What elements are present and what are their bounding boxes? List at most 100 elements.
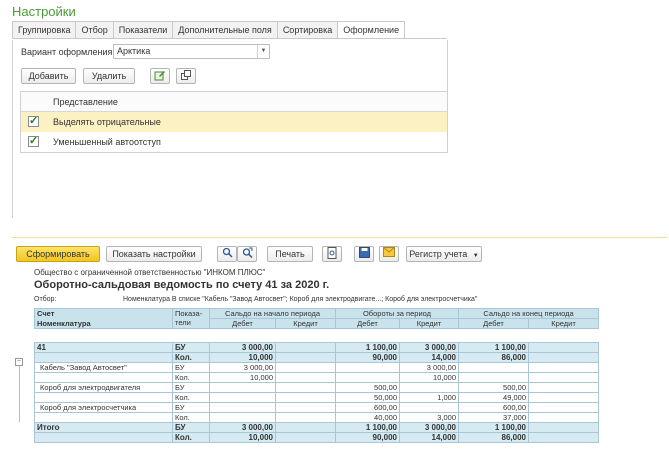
tab-appearance[interactable]: Оформление [337, 21, 406, 39]
tab-sorting[interactable]: Сортировка [276, 21, 338, 39]
cell-name: Итого [34, 422, 173, 433]
header-credit: Кредит [275, 318, 336, 329]
checkbox-highlight-negative[interactable]: ✓ [28, 116, 39, 127]
cell-closing-credit [528, 422, 599, 433]
mail-icon[interactable] [379, 246, 399, 262]
cell-opening-debit [209, 402, 276, 413]
cell-closing-debit: 49,000 [458, 392, 529, 403]
header-account: Счет [34, 308, 173, 319]
cell-opening-debit: 3 000,00 [209, 342, 276, 353]
cell-indicator: БУ [172, 422, 210, 433]
cell-indicator: БУ [172, 362, 210, 373]
grid-row-label: Выделять отрицательные [53, 117, 161, 127]
panel-border-right [447, 40, 448, 91]
cell-opening-credit [275, 342, 336, 353]
header-debit: Дебет [209, 318, 276, 329]
header-closing: Сальдо на конец периода [458, 308, 599, 319]
header-nomenclature: Номенклатура [34, 318, 173, 329]
search-icon[interactable] [217, 246, 237, 262]
cell-opening-credit [275, 352, 336, 363]
table-row[interactable]: Короб для электросчетчика БУ 600,00 600,00 [34, 402, 599, 413]
table-header-row: Счет Показа-тели Сальдо на начало период… [34, 308, 599, 329]
variant-value: Арктика [117, 46, 151, 56]
cell-opening-debit: 10,000 [209, 352, 276, 363]
copy-icon[interactable] [176, 68, 196, 84]
cell-closing-debit: 500,00 [458, 382, 529, 393]
cell-indicator: Кол. [172, 392, 210, 403]
header-turnover: Обороты за период [335, 308, 459, 319]
table-row[interactable]: Кол. 10,000 90,000 14,000 86,000 [34, 352, 599, 363]
edit-icon[interactable] [150, 68, 170, 84]
tab-divider [12, 38, 447, 39]
header-credit: Кредит [399, 318, 459, 329]
tab-filter[interactable]: Отбор [75, 21, 113, 39]
cell-name [34, 372, 173, 383]
cell-indicator: БУ [172, 382, 210, 393]
cell-opening-debit [209, 382, 276, 393]
chevron-down-icon: ▼ [472, 253, 479, 259]
save-icon[interactable] [354, 246, 374, 262]
cell-name [34, 412, 173, 423]
tab-additional-fields[interactable]: Дополнительные поля [172, 21, 277, 39]
table-row[interactable]: Короб для электродвигателя БУ 500,00 500,00 [34, 382, 599, 393]
cell-name [34, 392, 173, 403]
cell-turnover-credit: 3 000,00 [399, 362, 459, 373]
cell-turnover-credit: 14,000 [399, 352, 459, 363]
variant-select[interactable]: Арктика ▼ [113, 44, 270, 59]
cell-opening-debit: 3 000,00 [209, 362, 276, 373]
register-dropdown[interactable]: Регистр учета ▼ [406, 246, 482, 262]
checkbox-reduced-indent[interactable]: ✓ [28, 136, 39, 147]
table-row[interactable]: Кабель "Завод Автосвет" БУ 3 000,00 3 000,0… [34, 362, 599, 373]
table-row[interactable]: 41 БУ 3 000,00 1 100,00 3 000,00 1 100,00 [34, 342, 599, 353]
table-row[interactable]: Кол. 40,000 3,000 37,000 [34, 412, 599, 423]
cell-closing-debit: 86,000 [458, 432, 529, 443]
cell-turnover-debit: 500,00 [335, 382, 400, 393]
delete-button[interactable]: Удалить [83, 68, 135, 84]
variant-label: Вариант оформления: [21, 47, 115, 57]
cell-opening-credit [275, 382, 336, 393]
show-settings-button[interactable]: Показать настройки [106, 246, 202, 262]
cell-closing-credit [528, 412, 599, 423]
cell-closing-credit [528, 352, 599, 363]
table-header-row: Номенклатура Дебет Кредит Дебет Кредит Д… [34, 318, 599, 329]
settings-title: Настройки [12, 4, 76, 19]
chevron-down-icon[interactable]: ▼ [257, 45, 269, 58]
cell-opening-credit [275, 432, 336, 443]
register-label: Регистр учета [409, 249, 468, 259]
cell-closing-debit: 86,000 [458, 352, 529, 363]
header-debit: Дебет [458, 318, 529, 329]
table-row[interactable]: Кол. 10,000 10,000 [34, 372, 599, 383]
header-indicators: Показа-тели [172, 308, 210, 329]
cell-turnover-debit: 90,000 [335, 352, 400, 363]
grid-row-highlight-negative[interactable]: ✓ Выделять отрицательные [21, 112, 447, 132]
grid-row-reduced-indent[interactable]: ✓ Уменьшенный автоотступ [21, 132, 447, 152]
add-button[interactable]: Добавить [21, 68, 76, 84]
cell-indicator: Кол. [172, 352, 210, 363]
cell-closing-debit: 37,000 [458, 412, 529, 423]
generate-button[interactable]: Сформировать [16, 246, 100, 262]
print-button[interactable]: Печать [267, 246, 313, 262]
grid-header: Представление [21, 92, 447, 112]
cell-name: Короб для электродвигателя [34, 382, 173, 393]
table-row[interactable]: Итого БУ 3 000,00 1 100,00 3 000,00 1 100,00 [34, 422, 599, 433]
preview-icon[interactable] [322, 246, 342, 262]
section-divider [12, 237, 667, 238]
grid-row-label: Уменьшенный автоотступ [53, 137, 161, 147]
cell-turnover-debit: 600,00 [335, 402, 400, 413]
table-row[interactable]: Кол. 10,000 90,000 14,000 86,000 [34, 432, 599, 443]
report-filter-value: Номенклатура В списке "Кабель "Завод Авт… [123, 296, 478, 303]
cell-turnover-debit: 90,000 [335, 432, 400, 443]
tab-indicators[interactable]: Показатели [112, 21, 173, 39]
cell-closing-credit [528, 372, 599, 383]
cell-closing-credit [528, 362, 599, 373]
cell-turnover-debit [335, 372, 400, 383]
table-row[interactable]: Кол. 50,000 1,000 49,000 [34, 392, 599, 403]
collapse-icon[interactable]: − [15, 358, 23, 366]
report-filter-label: Отбор: [34, 296, 57, 303]
cell-turnover-debit: 40,000 [335, 412, 400, 423]
cell-closing-debit: 600,00 [458, 402, 529, 413]
search-next-icon[interactable] [237, 246, 257, 262]
cell-opening-credit [275, 362, 336, 373]
cell-turnover-credit: 3 000,00 [399, 342, 459, 353]
tab-grouping[interactable]: Группировка [12, 21, 76, 39]
